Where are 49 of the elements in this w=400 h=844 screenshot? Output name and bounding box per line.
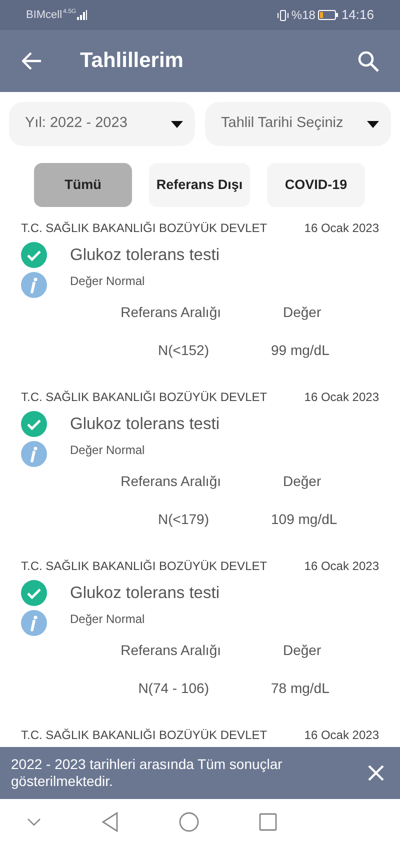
test-name: Glukoz tolerans testi: [70, 582, 220, 604]
institution-label: T.C. SAĞLIK BAKANLIĞI BOZÜYÜK DEVLET: [21, 727, 268, 744]
status-label: Değer Normal: [70, 442, 145, 459]
dropdown-caret-icon: [367, 120, 379, 128]
reference-range: N(74 - 106): [137, 679, 210, 698]
info-icon: [21, 272, 47, 298]
signal-icon: [77, 10, 88, 20]
result-date: 16 Ocak 2023: [304, 558, 379, 575]
screen-title: Tahlillerim: [80, 48, 184, 74]
battery-percent: %18: [291, 7, 316, 24]
reference-range: N(<179): [157, 510, 210, 529]
result-date: 16 Ocak 2023: [304, 727, 379, 744]
home-button[interactable]: [179, 812, 199, 832]
filter-tab[interactable]: Tümü: [34, 163, 132, 207]
dropdown-field[interactable]: Yıl: 2022 - 2023: [9, 102, 195, 146]
result-value: 78 mg/dL: [271, 679, 330, 698]
institution-label: T.C. SAĞLIK BAKANLIĞI BOZÜYÜK DEVLET: [21, 220, 268, 237]
result-date: 16 Ocak 2023: [304, 389, 379, 406]
info-icon: [21, 610, 47, 636]
column-header: Değer: [282, 641, 322, 660]
info-icon: [21, 441, 47, 467]
dropdown-field[interactable]: Tahlil Tarihi Seçiniz: [205, 102, 391, 146]
clock-time: 14:16: [341, 6, 374, 24]
reference-range: N(<152): [157, 341, 210, 360]
filter-tab[interactable]: Referans Dışı: [149, 163, 250, 207]
column-header: Değer: [282, 472, 322, 491]
back-nav-button[interactable]: [101, 812, 119, 832]
status-label: Değer Normal: [70, 611, 145, 628]
recents-button[interactable]: [259, 812, 277, 830]
institution-label: T.C. SAĞLIK BAKANLIĞI BOZÜYÜK DEVLET: [21, 389, 268, 406]
result-value: 99 mg/dL: [271, 341, 330, 360]
column-header: Değer: [282, 303, 322, 322]
close-button[interactable]: [366, 763, 386, 783]
carrier-label: BIMcell: [26, 8, 62, 23]
column-header: Referans Aralığı: [120, 641, 222, 660]
column-header: Referans Aralığı: [120, 472, 222, 491]
snackbar-message: 2022 - 2023 tarihleri arasında Tüm sonuçlar gösterilmektedir.: [11, 756, 284, 790]
test-name: Glukoz tolerans testi: [70, 414, 220, 435]
result-value: 109 mg/dL: [271, 510, 338, 529]
status-label: Değer Normal: [70, 273, 145, 290]
result-date: 16 Ocak 2023: [304, 220, 379, 237]
test-name: Glukoz tolerans testi: [70, 244, 220, 266]
institution-label: T.C. SAĞLIK BAKANLIĞI BOZÜYÜK DEVLET: [21, 558, 268, 575]
battery-icon: [318, 10, 338, 20]
vibrate-icon: [277, 10, 290, 20]
search-button[interactable]: [356, 49, 380, 73]
dropdown-caret-icon: [171, 120, 183, 128]
filter-tab[interactable]: COVID-19: [267, 163, 365, 207]
column-header: Referans Aralığı: [120, 303, 222, 322]
